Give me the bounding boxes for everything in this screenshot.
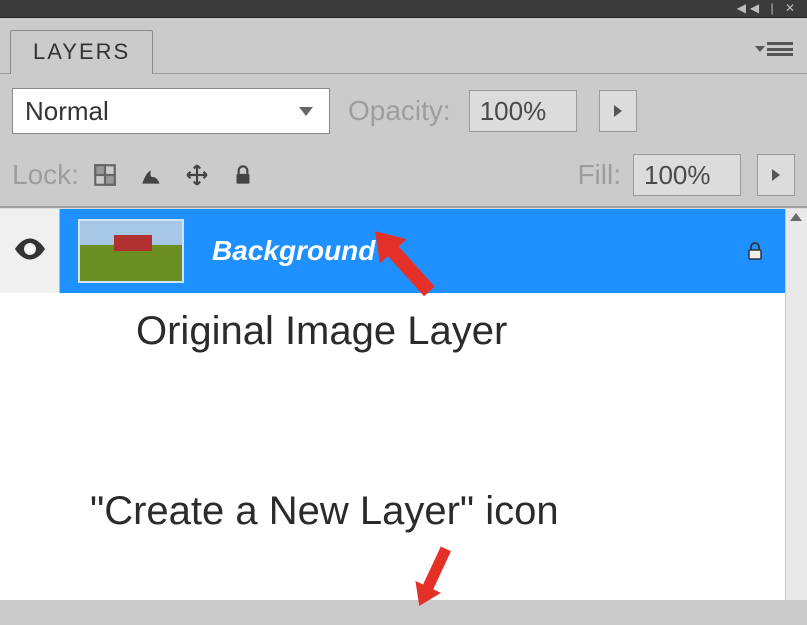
layer-controls: Normal Opacity: 100% Lock: [0,74,807,208]
layer-list: Background Original Image Layer "Create … [0,208,807,600]
visibility-eye-icon [12,231,48,272]
annotation-arrow-icon [385,528,480,625]
window-controls[interactable]: ◀◀ | ✕ [737,1,799,15]
panel-menu-line-icon [767,48,793,51]
visibility-column[interactable] [0,209,60,293]
panel-menu-line-icon [767,42,793,45]
tab-label: LAYERS [33,39,130,64]
chevron-down-icon [295,89,317,133]
controls-row-2: Lock: [12,154,795,196]
fill-flyout-button[interactable] [757,154,795,196]
opacity-value: 100% [480,96,547,127]
window-titlebar: ◀◀ | ✕ [0,0,807,18]
tab-layers[interactable]: LAYERS [10,30,153,74]
scroll-up-icon [790,213,804,227]
opacity-label: Opacity: [348,95,451,127]
lock-icons-group [91,161,257,189]
controls-row-1: Normal Opacity: 100% [12,88,795,134]
lock-transparent-pixels-icon[interactable] [91,161,119,189]
panel-menu-button[interactable] [761,42,793,56]
lock-all-icon[interactable] [229,161,257,189]
lock-position-icon[interactable] [183,161,211,189]
lock-label: Lock: [12,159,79,191]
scrollbar[interactable] [785,209,807,600]
opacity-flyout-button[interactable] [599,90,637,132]
panel-menu-triangle-icon [755,46,765,52]
fill-label: Fill: [577,159,621,191]
fill-value-box[interactable]: 100% [633,154,741,196]
layer-lock-icon [743,239,767,263]
fill-value: 100% [644,160,711,191]
blend-mode-value: Normal [25,96,109,127]
layer-thumbnail [78,219,184,283]
opacity-value-box[interactable]: 100% [469,90,577,132]
lock-image-pixels-icon[interactable] [137,161,165,189]
panel-menu-line-icon [767,53,793,56]
blend-mode-select[interactable]: Normal [12,88,330,134]
annotation-text-1: Original Image Layer [136,309,507,354]
annotation-text-2: "Create a New Layer" icon [90,489,559,534]
panel-tab-row: LAYERS [0,18,807,74]
